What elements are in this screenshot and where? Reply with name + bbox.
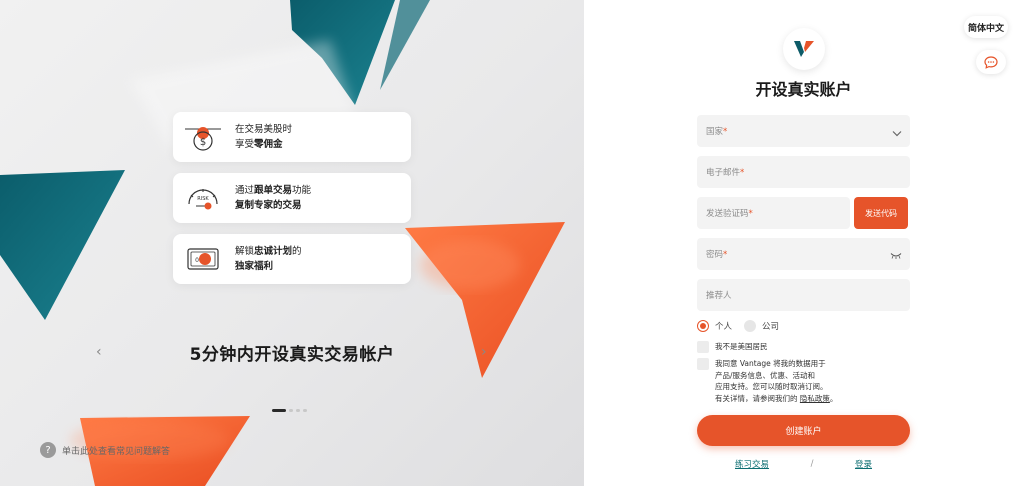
faq-link[interactable]: ? 单击此处查看常见问题解答 [40,442,170,458]
email-label: 电子邮件 [706,168,741,178]
feature-3-line1-bold: 忠诚计划 [254,246,293,257]
help-question-icon: ? [40,442,56,458]
required-mark: * [723,250,728,260]
dollar-chart-icon: $ [185,127,221,151]
feature-2-line2-bold: 复制专家的交易 [235,200,302,211]
svg-text:0: 0 [195,257,199,264]
feature-3-line1-suffix: 的 [292,246,302,257]
feature-3-line2-bold: 独家福利 [235,261,274,272]
company-radio[interactable] [744,320,757,332]
email-field[interactable]: 电子邮件* [697,156,910,188]
country-select[interactable]: 国家* [697,115,910,147]
feature-list: $ 在交易美股时 享受零佣金 RISK 通过跟单交易功能 复制专家的交易 0 解… [173,112,411,295]
password-label: 密码 [706,250,724,260]
verification-code-field[interactable]: 发送验证码* [697,197,850,229]
feature-card-zero-commission: $ 在交易美股时 享受零佣金 [173,112,411,162]
chevron-down-icon [892,122,902,141]
carousel-dot-3[interactable] [296,409,300,412]
feature-1-line2-prefix: 享受 [235,139,255,150]
privacy-policy-link[interactable]: 隐私政策 [800,394,830,403]
reward-card-icon: 0 [187,248,219,270]
us-resident-checkbox-row: 我不是美国居民 [697,341,768,353]
svg-text:$: $ [200,137,206,148]
risk-gauge-icon: RISK [188,189,218,210]
feature-card-loyalty: 0 解锁忠诚计划的 独家福利 [173,234,411,284]
required-mark: * [748,209,753,219]
consent-line-3: 应用支持。您可以随时取消订阅。 [715,382,828,391]
demo-trading-link[interactable]: 练习交易 [735,458,769,470]
bottom-links: 练习交易 / 登录 [697,458,910,470]
eye-closed-icon[interactable] [890,245,902,264]
chat-button[interactable] [976,50,1006,74]
company-radio-label: 公司 [762,322,780,332]
not-us-resident-checkbox[interactable] [697,341,709,353]
feature-1-line2-bold: 零佣金 [254,139,283,150]
feature-card-copy-trading: RISK 通过跟单交易功能 复制专家的交易 [173,173,411,223]
link-separator: / [810,459,814,469]
form-title: 开设真实账户 [755,80,852,99]
personal-radio[interactable] [697,320,709,332]
carousel-dot-2[interactable] [289,409,293,412]
carousel-prev-arrow-icon[interactable]: ‹ [96,344,102,360]
referrer-label: 推荐人 [706,291,732,301]
consent-checkbox[interactable] [697,358,709,370]
carousel-dots [272,409,307,412]
consent-checkbox-row: 我同意 Vantage 将我的数据用于 产品/服务信息、优惠、活动和 应用支持。… [697,358,837,404]
code-label: 发送验证码 [706,209,749,219]
consent-line-4: 有关详情，请参阅我们的 [715,393,798,403]
carousel-dot-1[interactable] [272,409,286,412]
vantage-logo [783,28,825,70]
send-code-button[interactable]: 发送代码 [854,197,908,229]
language-selector-button[interactable]: 简体中文 [964,16,1008,38]
consent-line-2: 产品/服务信息、优惠、活动和 [715,370,816,380]
required-mark: * [723,127,728,137]
referrer-field[interactable]: 推荐人 [697,279,910,311]
personal-radio-label: 个人 [715,322,733,332]
consent-line-4-end: 。 [829,393,838,403]
feature-1-line1: 在交易美股时 [235,124,293,135]
feature-2-line1-prefix: 通过 [235,185,255,196]
vantage-logo-icon [794,41,814,57]
required-mark: * [740,168,745,178]
not-us-resident-label: 我不是美国居民 [715,342,768,351]
country-label: 国家 [706,127,724,137]
promo-panel: $ 在交易美股时 享受零佣金 RISK 通过跟单交易功能 复制专家的交易 0 解… [0,0,584,486]
feature-3-line1-prefix: 解锁 [235,246,255,257]
carousel-next-arrow-icon[interactable]: › [481,344,487,360]
feature-2-line1-suffix: 功能 [292,185,312,196]
login-link[interactable]: 登录 [855,458,872,470]
feature-2-line1-bold: 跟单交易 [254,185,293,196]
svg-text:RISK: RISK [197,196,209,202]
account-type-group: 个人 公司 [697,320,791,332]
consent-line-1: 我同意 Vantage 将我的数据用于 [715,359,826,368]
carousel-dot-4[interactable] [303,409,307,412]
password-field[interactable]: 密码* [697,238,910,270]
chat-bubble-icon [984,55,998,69]
promo-title: 5分钟内开设真实交易帐户 [189,345,395,365]
faq-link-text: 单击此处查看常见问题解答 [62,446,171,457]
create-account-button[interactable]: 创建账户 [697,415,910,446]
